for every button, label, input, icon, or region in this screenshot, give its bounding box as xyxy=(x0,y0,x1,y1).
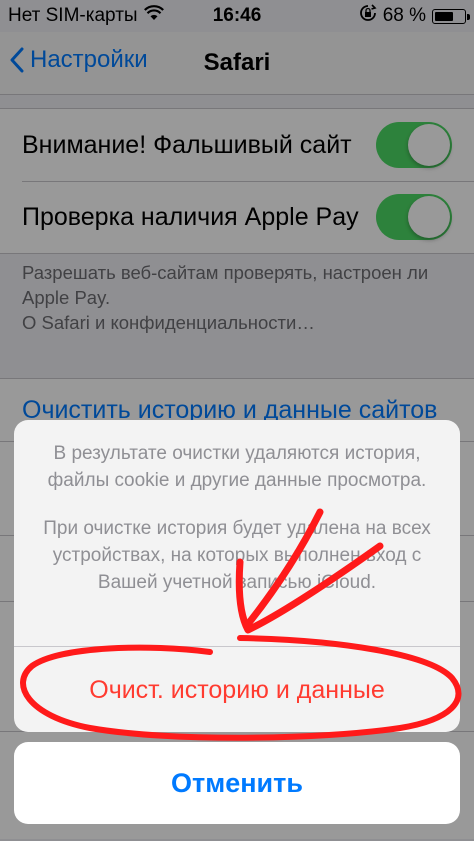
action-sheet-message: В результате очистки удаляются история, … xyxy=(14,420,460,596)
action-sheet-message-1: В результате очистки удаляются история, … xyxy=(47,443,427,491)
clear-history-confirm-button[interactable]: Очист. историю и данные xyxy=(14,646,460,732)
cancel-button[interactable]: Отменить xyxy=(14,742,460,824)
action-sheet-message-2: При очистке история будет удалена на все… xyxy=(43,518,431,593)
action-sheet: В результате очистки удаляются история, … xyxy=(14,420,460,732)
